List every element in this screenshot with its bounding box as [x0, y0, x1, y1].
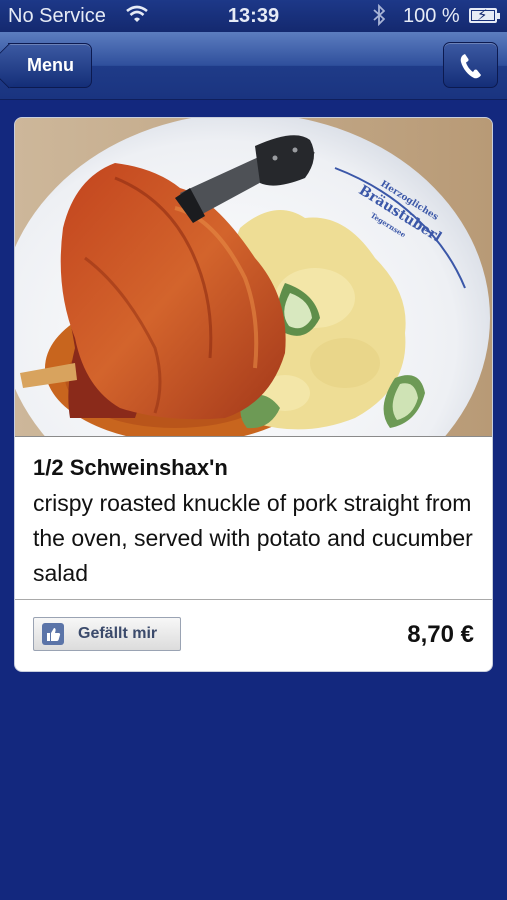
navigation-bar: Menu [0, 32, 507, 100]
menu-back-button[interactable]: Menu [8, 43, 92, 88]
call-button[interactable] [443, 42, 498, 88]
card-divider [15, 599, 492, 600]
like-label: Gefällt mir [78, 625, 158, 642]
photo-divider [15, 436, 492, 437]
dish-price: 8,70 € [407, 621, 474, 648]
dish-name: 1/2 Schweinshax'n [33, 455, 228, 480]
status-bar: No Service 13:39 100 % ⚡ [0, 0, 507, 32]
thumbs-up-icon [42, 623, 64, 645]
battery-percentage: 100 % [403, 5, 460, 27]
dish-photo: Herzogliches Bräustüberl Tegernsee [15, 118, 492, 436]
bluetooth-icon [373, 3, 386, 32]
like-button[interactable]: Gefällt mir [33, 617, 181, 651]
dish-card: Herzogliches Bräustüberl Tegernsee 1/2 S… [14, 117, 493, 672]
dish-description: crispy roasted knuckle of pork straight … [33, 490, 473, 586]
battery-charging-icon: ⚡ [469, 7, 500, 24]
menu-back-label: Menu [27, 55, 74, 75]
